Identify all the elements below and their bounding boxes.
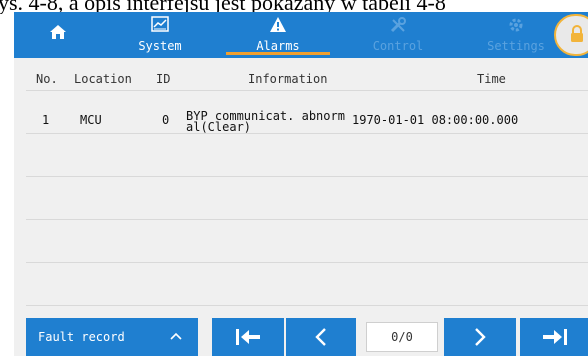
col-information: Information xyxy=(248,72,328,86)
table-row[interactable]: 1 MCU 0 BYP communicat. abnormal(Clear) … xyxy=(26,91,588,134)
page-indicator: 0/0 xyxy=(366,322,438,352)
active-tab-indicator xyxy=(226,52,330,55)
tab-control-label: Control xyxy=(372,39,424,53)
prev-page-button[interactable] xyxy=(284,318,356,356)
cell-location: MCU xyxy=(80,113,102,127)
col-time: Time xyxy=(477,72,506,86)
tab-system[interactable]: System xyxy=(102,12,218,58)
cell-id: 0 xyxy=(162,113,170,127)
chart-icon xyxy=(151,16,169,36)
lock-icon xyxy=(570,25,584,47)
alarm-table: No. Location ID Information Time 1 MCU 0… xyxy=(26,62,588,312)
table-row xyxy=(26,220,588,263)
bottom-toolbar: Fault record 0/0 xyxy=(14,318,588,356)
last-page-button[interactable] xyxy=(520,318,588,356)
lock-button[interactable] xyxy=(554,14,588,56)
first-page-button[interactable] xyxy=(212,318,284,356)
col-no: No. xyxy=(36,72,58,86)
prev-page-button-face xyxy=(286,318,356,356)
record-type-selector[interactable]: Fault record xyxy=(26,318,198,356)
chevron-up-icon xyxy=(170,330,182,344)
table-header: No. Location ID Information Time xyxy=(26,62,588,91)
cell-time: 1970-01-01 08:00:00.000 xyxy=(352,113,519,127)
ups-panel: System Alarms Control Settings No. Locat… xyxy=(14,12,588,356)
next-page-button[interactable] xyxy=(444,318,516,356)
top-navigation: System Alarms Control Settings xyxy=(14,12,588,58)
tab-alarms[interactable]: Alarms xyxy=(218,12,338,58)
warning-icon xyxy=(269,16,287,37)
home-icon xyxy=(49,24,67,44)
table-row xyxy=(26,134,588,177)
tab-system-label: System xyxy=(138,39,182,53)
record-type-label: Fault record xyxy=(38,330,125,344)
col-location: Location xyxy=(74,72,132,86)
nav-home[interactable] xyxy=(14,12,102,58)
tab-alarms-label: Alarms xyxy=(256,39,300,53)
tools-icon xyxy=(389,16,407,38)
col-id: ID xyxy=(156,72,171,86)
gear-icon xyxy=(507,16,525,38)
cell-information: BYP communicat. abnormal(Clear) xyxy=(186,109,345,134)
table-row xyxy=(26,263,588,306)
tab-control[interactable]: Control xyxy=(338,12,458,58)
table-row xyxy=(26,177,588,220)
cell-no: 1 xyxy=(42,113,50,127)
